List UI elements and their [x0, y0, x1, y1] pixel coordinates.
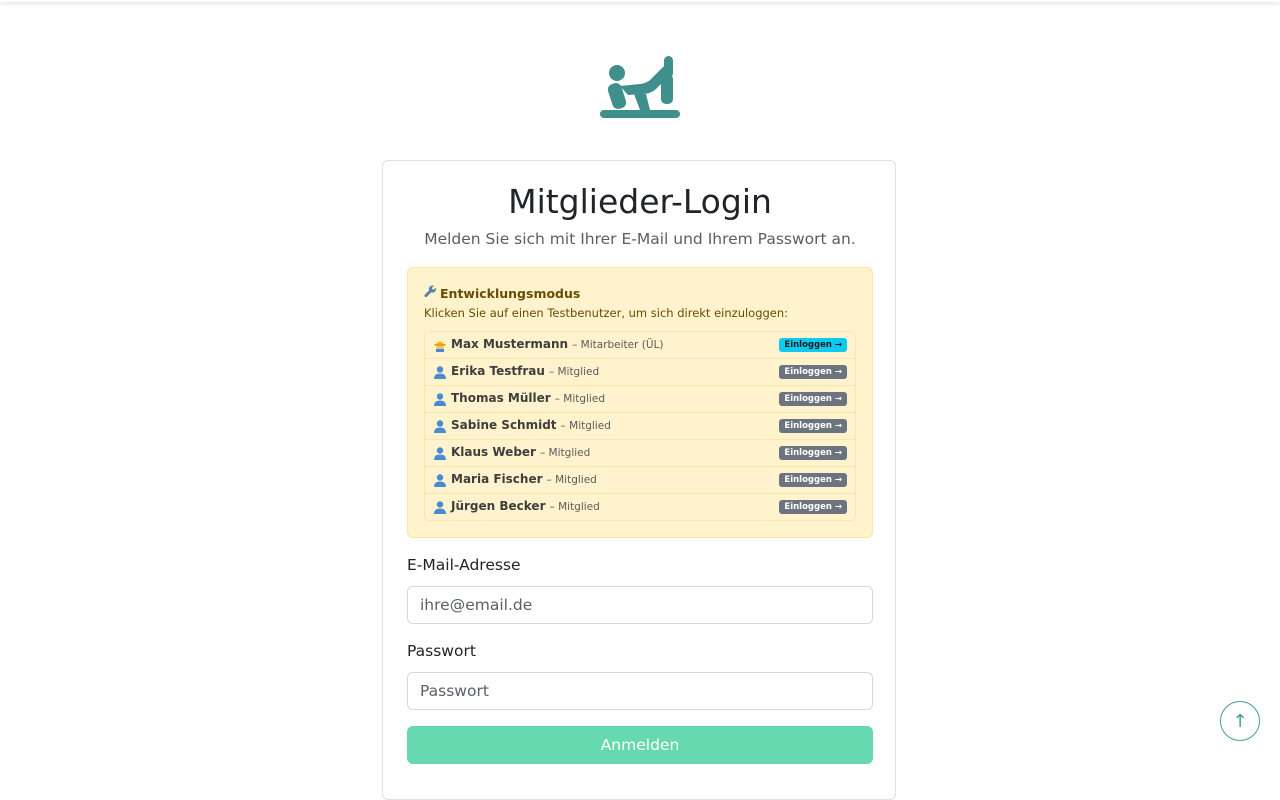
test-user-name: Jürgen Becker – Mitglied [451, 499, 600, 513]
test-user-row[interactable]: Maria Fischer – Mitglied Einloggen → [425, 467, 855, 494]
test-user-row[interactable]: Klaus Weber – Mitglied Einloggen → [425, 440, 855, 467]
test-user-role: – Mitglied [539, 447, 591, 459]
page-title: Mitglieder-Login [508, 182, 772, 221]
top-navbar-shadow [0, 0, 1280, 2]
test-user-row[interactable]: Thomas Müller – Mitglied Einloggen → [425, 386, 855, 413]
password-label: Passwort [407, 642, 476, 660]
test-user-role: – Mitglied [560, 420, 611, 432]
test-user-name: Maria Fischer – Mitglied [451, 472, 597, 486]
user-icon [433, 392, 447, 406]
login-as-user-button[interactable]: Einloggen → [779, 446, 847, 460]
test-user-role: – Mitglied [554, 393, 605, 405]
test-user-row[interactable]: Erika Testfrau – Mitglied Einloggen → [425, 359, 855, 386]
scroll-to-top-button[interactable]: ↑ [1220, 701, 1260, 741]
test-user-role: – Mitarbeiter (ÜL) [572, 339, 664, 351]
dev-mode-description: Klicken Sie auf einen Testbenutzer, um s… [424, 306, 789, 320]
test-user-name: Sabine Schmidt – Mitglied [451, 418, 611, 432]
test-user-list: Max Mustermann – Mitarbeiter (ÜL) Einlogg… [424, 331, 856, 521]
user-icon [433, 365, 447, 379]
login-as-user-button[interactable]: Einloggen → [779, 419, 847, 433]
arrow-up-icon: ↑ [1232, 710, 1248, 732]
login-as-user-button[interactable]: Einloggen → [779, 365, 847, 379]
test-user-row[interactable]: Max Mustermann – Mitarbeiter (ÜL) Einlogg… [425, 332, 855, 359]
login-submit-button[interactable]: Anmelden [407, 726, 873, 764]
login-as-user-button[interactable]: Einloggen → [779, 392, 847, 406]
dev-mode-heading: Entwicklungsmodus [424, 285, 580, 301]
stretching-person-icon [600, 56, 680, 118]
construction-worker-icon [433, 338, 447, 352]
test-user-role: – Mitglied [549, 501, 600, 513]
test-user-row[interactable]: Jürgen Becker – Mitglied Einloggen → [425, 494, 855, 520]
login-as-user-button[interactable]: Einloggen → [779, 338, 847, 352]
login-as-user-button[interactable]: Einloggen → [779, 473, 847, 487]
page-subtitle: Melden Sie sich mit Ihrer E-Mail und Ihr… [424, 230, 856, 248]
wrench-icon [424, 285, 440, 301]
user-icon [433, 500, 447, 514]
user-icon [433, 419, 447, 433]
test-user-role: – Mitglied [546, 474, 597, 486]
test-user-row[interactable]: Sabine Schmidt – Mitglied Einloggen → [425, 413, 855, 440]
test-user-name: Klaus Weber – Mitglied [451, 445, 591, 459]
test-user-name: Max Mustermann – Mitarbeiter (ÜL) [451, 337, 664, 351]
user-icon [433, 446, 447, 460]
test-user-name: Thomas Müller – Mitglied [451, 391, 605, 405]
email-field[interactable] [407, 586, 873, 624]
user-icon [433, 473, 447, 487]
login-as-user-button[interactable]: Einloggen → [779, 500, 847, 514]
email-label: E-Mail-Adresse [407, 556, 521, 574]
password-field[interactable] [407, 672, 873, 710]
test-user-name: Erika Testfrau – Mitglied [451, 364, 600, 378]
test-user-role: – Mitglied [548, 366, 600, 378]
